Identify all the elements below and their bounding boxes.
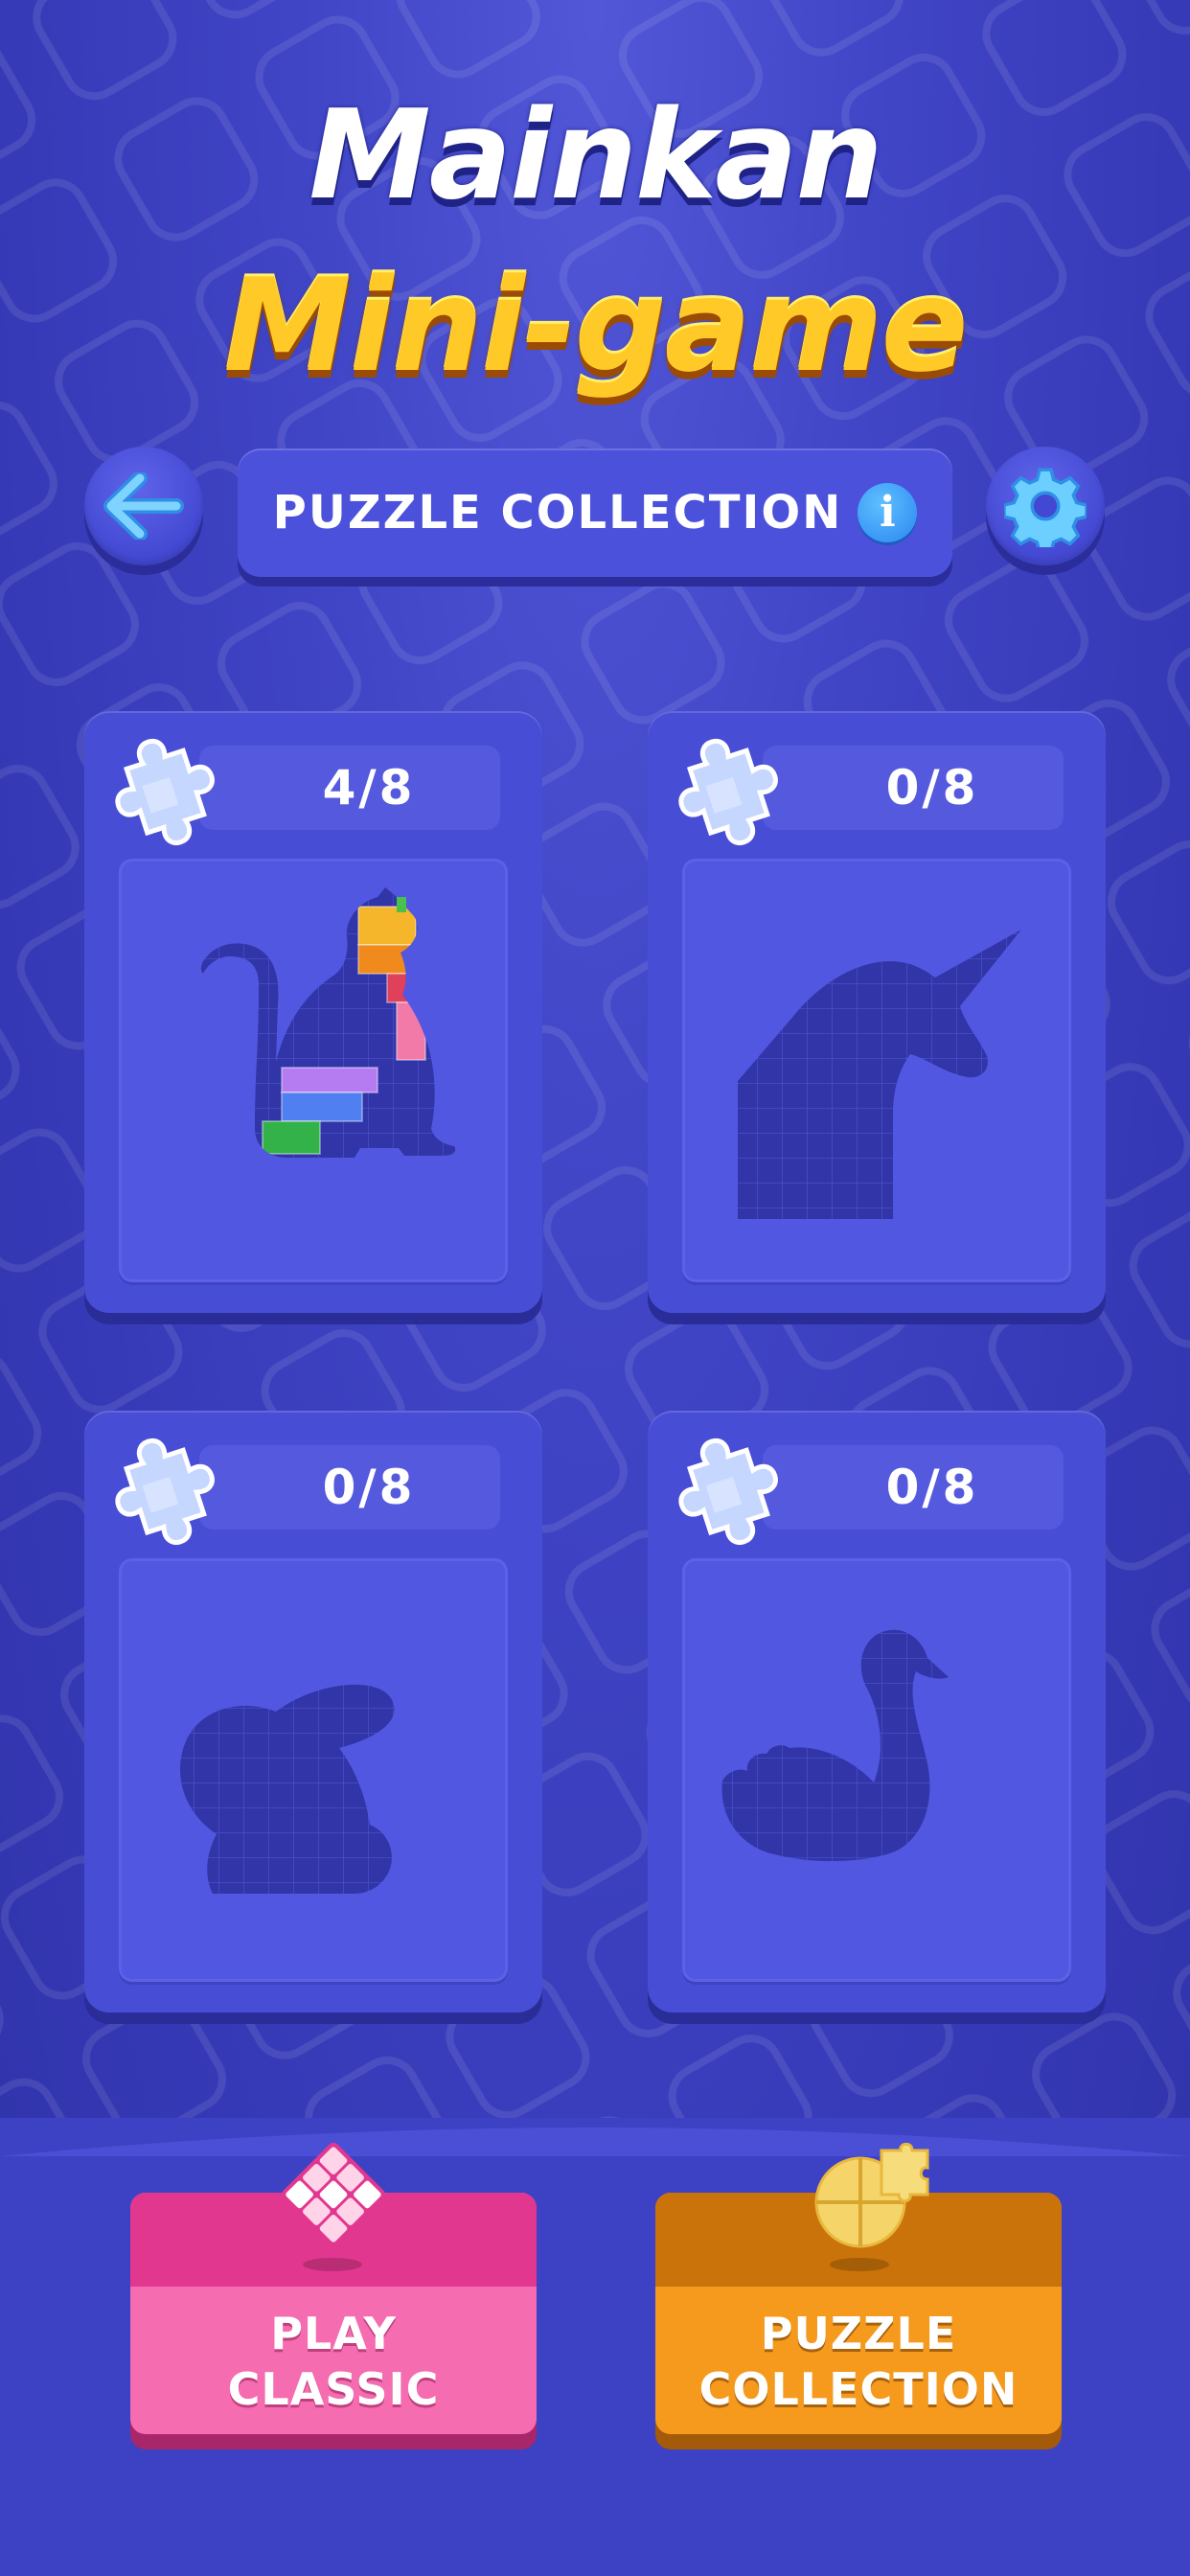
- progress-bar: 0/8: [199, 1445, 500, 1530]
- puzzle-card-unicorn[interactable]: 0/8: [648, 711, 1106, 1313]
- header-title: PUZZLE COLLECTION: [272, 486, 843, 540]
- diamond-blocks-icon: [281, 2142, 386, 2247]
- puzzle-image-cat: [119, 859, 508, 1282]
- progress-text: 0/8: [322, 1460, 416, 1515]
- back-button[interactable]: [84, 447, 203, 565]
- arrow-left-icon: [103, 472, 184, 540]
- progress-text: 0/8: [885, 1460, 979, 1515]
- puzzle-piece-icon: [100, 1420, 224, 1554]
- puzzle-card-cat[interactable]: 4/8: [84, 711, 542, 1313]
- progress-text: 4/8: [322, 760, 416, 816]
- info-icon[interactable]: i: [858, 483, 918, 542]
- progress-bar: 0/8: [763, 746, 1064, 830]
- play-classic-label: PLAY CLASSIC: [227, 2308, 440, 2415]
- puzzle-image-rabbit: [119, 1558, 508, 1982]
- puzzle-collection-label: PUZZLE COLLECTION: [698, 2308, 1018, 2415]
- progress-bar: 4/8: [199, 746, 500, 830]
- settings-button[interactable]: [986, 447, 1105, 565]
- header-panel: PUZZLE COLLECTION i: [238, 448, 952, 577]
- puzzle-piece-icon: [663, 1420, 788, 1554]
- puzzle-piece-icon: [663, 721, 788, 855]
- progress-text: 0/8: [885, 760, 979, 816]
- progress-bar: 0/8: [763, 1445, 1064, 1530]
- puzzle-piece-icon: [100, 721, 224, 855]
- gear-icon: [1004, 468, 1087, 547]
- puzzle-card-swan[interactable]: 0/8: [648, 1411, 1106, 2012]
- puzzle-image-swan: [682, 1558, 1071, 1982]
- title-line-2: Mini-game: [223, 251, 968, 401]
- title-line-1: Mainkan: [309, 84, 882, 227]
- puzzle-card-rabbit[interactable]: 0/8: [84, 1411, 542, 2012]
- jigsaw-icon: [814, 2143, 929, 2248]
- puzzle-image-unicorn: [682, 859, 1071, 1282]
